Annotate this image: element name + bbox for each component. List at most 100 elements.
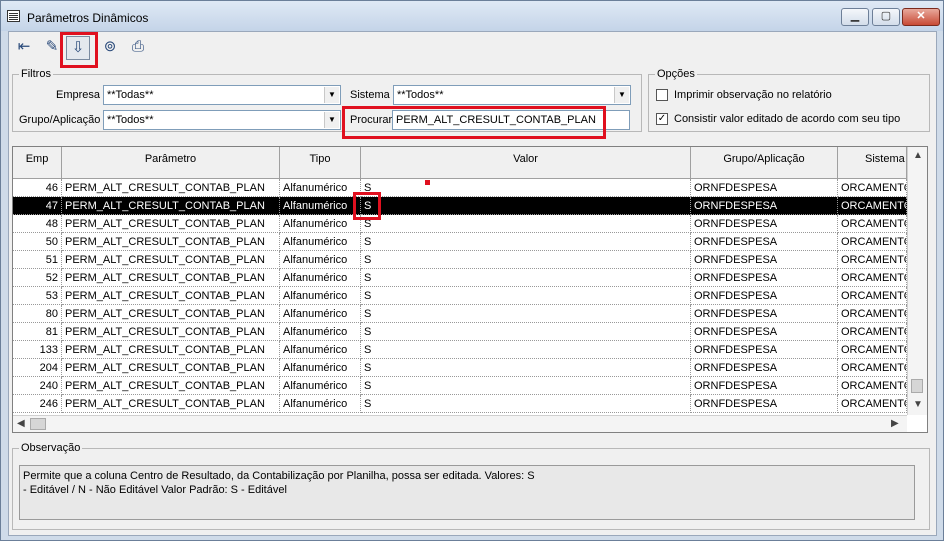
cell-emp[interactable]: 80	[13, 305, 62, 323]
cell-valor[interactable]: S	[361, 197, 691, 215]
cell-grupo[interactable]: ORNFDESPESA	[691, 323, 838, 341]
cell-emp[interactable]: 51	[13, 251, 62, 269]
table-row[interactable]: 50 PERM_ALT_CRESULT_CONTAB_PLAN Alfanuméri…	[13, 233, 907, 251]
scroll-left-icon[interactable]: ◀	[17, 418, 25, 429]
cell-valor[interactable]: S	[361, 305, 691, 323]
cell-emp[interactable]: 240	[13, 377, 62, 395]
scroll-right-icon[interactable]: ▶	[891, 418, 899, 429]
cell-tipo[interactable]: Alfanumérico	[280, 269, 361, 287]
cell-valor[interactable]: S	[361, 179, 691, 197]
cell-parametro[interactable]: PERM_ALT_CRESULT_CONTAB_PLAN	[62, 215, 280, 233]
table-row[interactable]: 246 PERM_ALT_CRESULT_CONTAB_PLAN Alfanumér…	[13, 395, 907, 413]
cell-grupo[interactable]: ORNFDESPESA	[691, 287, 838, 305]
cell-parametro[interactable]: PERM_ALT_CRESULT_CONTAB_PLAN	[62, 359, 280, 377]
table-row[interactable]: 51 PERM_ALT_CRESULT_CONTAB_PLAN Alfanuméri…	[13, 251, 907, 269]
header-valor[interactable]: Valor	[361, 147, 691, 179]
grupo-select[interactable]: **Todos** ▼	[103, 110, 341, 130]
header-tipo[interactable]: Tipo	[280, 147, 361, 179]
cell-grupo[interactable]: ORNFDESPESA	[691, 341, 838, 359]
cell-sistema[interactable]: ORCAMENTO	[838, 215, 907, 233]
cell-valor[interactable]: S	[361, 395, 691, 413]
cell-tipo[interactable]: Alfanumérico	[280, 377, 361, 395]
cell-valor[interactable]: S	[361, 287, 691, 305]
sistema-select[interactable]: **Todos** ▼	[393, 85, 631, 105]
cell-parametro[interactable]: PERM_ALT_CRESULT_CONTAB_PLAN	[62, 179, 280, 197]
cell-parametro[interactable]: PERM_ALT_CRESULT_CONTAB_PLAN	[62, 377, 280, 395]
cell-valor[interactable]: S	[361, 359, 691, 377]
chevron-down-icon[interactable]: ▼	[614, 87, 629, 103]
cell-parametro[interactable]: PERM_ALT_CRESULT_CONTAB_PLAN	[62, 395, 280, 413]
cell-sistema[interactable]: ORCAMENTO	[838, 395, 907, 413]
cell-emp[interactable]: 204	[13, 359, 62, 377]
cell-parametro[interactable]: PERM_ALT_CRESULT_CONTAB_PLAN	[62, 269, 280, 287]
cell-sistema[interactable]: ORCAMENTO	[838, 359, 907, 377]
procurar-input[interactable]: PERM_ALT_CRESULT_CONTAB_PLAN	[392, 110, 630, 130]
print-icon[interactable]: ⎙	[126, 36, 150, 60]
cell-tipo[interactable]: Alfanumérico	[280, 287, 361, 305]
parametros-grid[interactable]: Emp Parâmetro Tipo Valor Grupo/Aplicação…	[12, 146, 928, 433]
cell-sistema[interactable]: ORCAMENTO	[838, 197, 907, 215]
cell-tipo[interactable]: Alfanumérico	[280, 215, 361, 233]
exit-icon[interactable]: ⇤	[12, 36, 36, 60]
cell-parametro[interactable]: PERM_ALT_CRESULT_CONTAB_PLAN	[62, 197, 280, 215]
binoculars-icon[interactable]: ⊚	[98, 36, 122, 60]
cell-grupo[interactable]: ORNFDESPESA	[691, 179, 838, 197]
maximize-button[interactable]: ▢	[872, 8, 900, 26]
vertical-scrollbar[interactable]: ▲ ▼	[907, 147, 927, 415]
save-download-icon[interactable]: ⇩	[66, 36, 90, 60]
cell-valor[interactable]: S	[361, 323, 691, 341]
cell-parametro[interactable]: PERM_ALT_CRESULT_CONTAB_PLAN	[62, 305, 280, 323]
table-row[interactable]: 81 PERM_ALT_CRESULT_CONTAB_PLAN Alfanuméri…	[13, 323, 907, 341]
cell-valor[interactable]: S	[361, 377, 691, 395]
cell-sistema[interactable]: ORCAMENTO	[838, 305, 907, 323]
cell-tipo[interactable]: Alfanumérico	[280, 305, 361, 323]
close-button[interactable]: ✕	[902, 8, 940, 26]
table-row[interactable]: 52 PERM_ALT_CRESULT_CONTAB_PLAN Alfanuméri…	[13, 269, 907, 287]
cell-sistema[interactable]: ORCAMENTO	[838, 269, 907, 287]
cell-parametro[interactable]: PERM_ALT_CRESULT_CONTAB_PLAN	[62, 341, 280, 359]
cell-grupo[interactable]: ORNFDESPESA	[691, 377, 838, 395]
header-grupo[interactable]: Grupo/Aplicação	[691, 147, 838, 179]
imprimir-label[interactable]: Imprimir observação no relatório	[674, 89, 832, 101]
cell-emp[interactable]: 53	[13, 287, 62, 305]
cell-grupo[interactable]: ORNFDESPESA	[691, 233, 838, 251]
cell-tipo[interactable]: Alfanumérico	[280, 341, 361, 359]
header-sistema[interactable]: Sistema	[838, 147, 907, 179]
table-row[interactable]: 53 PERM_ALT_CRESULT_CONTAB_PLAN Alfanuméri…	[13, 287, 907, 305]
cell-tipo[interactable]: Alfanumérico	[280, 233, 361, 251]
table-row[interactable]: 133 PERM_ALT_CRESULT_CONTAB_PLAN Alfanumér…	[13, 341, 907, 359]
cell-valor[interactable]: S	[361, 233, 691, 251]
scroll-up-icon[interactable]: ▲	[913, 150, 923, 161]
cell-emp[interactable]: 52	[13, 269, 62, 287]
cell-tipo[interactable]: Alfanumérico	[280, 197, 361, 215]
cell-emp[interactable]: 50	[13, 233, 62, 251]
cell-emp[interactable]: 133	[13, 341, 62, 359]
scroll-thumb[interactable]	[911, 379, 923, 393]
table-row[interactable]: 204 PERM_ALT_CRESULT_CONTAB_PLAN Alfanumér…	[13, 359, 907, 377]
cell-parametro[interactable]: PERM_ALT_CRESULT_CONTAB_PLAN	[62, 251, 280, 269]
cell-tipo[interactable]: Alfanumérico	[280, 179, 361, 197]
cell-tipo[interactable]: Alfanumérico	[280, 359, 361, 377]
cell-grupo[interactable]: ORNFDESPESA	[691, 269, 838, 287]
table-row[interactable]: 240 PERM_ALT_CRESULT_CONTAB_PLAN Alfanumér…	[13, 377, 907, 395]
hscroll-thumb[interactable]	[30, 418, 46, 430]
cell-sistema[interactable]: ORCAMENTO	[838, 251, 907, 269]
cell-tipo[interactable]: Alfanumérico	[280, 323, 361, 341]
table-row[interactable]: 80 PERM_ALT_CRESULT_CONTAB_PLAN Alfanuméri…	[13, 305, 907, 323]
cell-parametro[interactable]: PERM_ALT_CRESULT_CONTAB_PLAN	[62, 323, 280, 341]
cell-sistema[interactable]: ORCAMENTO	[838, 341, 907, 359]
header-emp[interactable]: Emp	[13, 147, 62, 179]
cell-grupo[interactable]: ORNFDESPESA	[691, 395, 838, 413]
minimize-button[interactable]: ▁	[841, 8, 869, 26]
cell-emp[interactable]: 48	[13, 215, 62, 233]
cell-emp[interactable]: 246	[13, 395, 62, 413]
cell-sistema[interactable]: ORCAMENTO	[838, 287, 907, 305]
cell-parametro[interactable]: PERM_ALT_CRESULT_CONTAB_PLAN	[62, 233, 280, 251]
cell-sistema[interactable]: ORCAMENTO	[838, 323, 907, 341]
cell-emp[interactable]: 47	[13, 197, 62, 215]
cell-emp[interactable]: 81	[13, 323, 62, 341]
table-row[interactable]: 48 PERM_ALT_CRESULT_CONTAB_PLAN Alfanuméri…	[13, 215, 907, 233]
chevron-down-icon[interactable]: ▼	[324, 87, 339, 103]
chevron-down-icon[interactable]: ▼	[324, 112, 339, 128]
edit-icon[interactable]: ✎	[40, 36, 64, 60]
